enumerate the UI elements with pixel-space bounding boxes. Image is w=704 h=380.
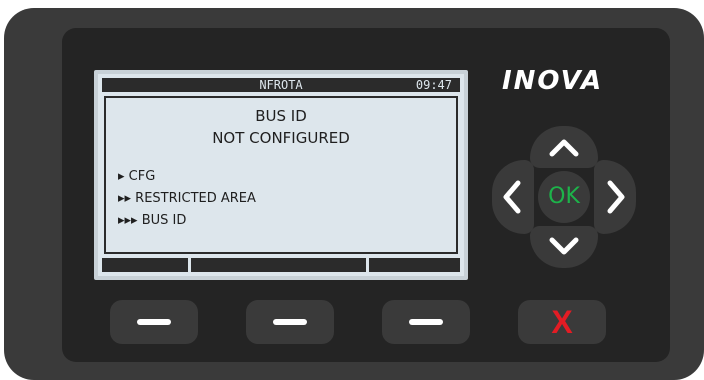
cancel-label: X xyxy=(551,304,573,340)
softkey-2-button[interactable] xyxy=(246,300,334,344)
left-button[interactable] xyxy=(492,160,534,234)
lcd-message-line-1: BUS ID xyxy=(255,107,307,125)
down-button[interactable] xyxy=(530,226,598,268)
dash-icon xyxy=(409,319,443,325)
softkey-3-button[interactable] xyxy=(382,300,470,344)
menu-path-level-2: ▸▸ RESTRICTED AREA xyxy=(118,191,256,206)
softkey-divider xyxy=(188,258,191,272)
cancel-button[interactable]: X xyxy=(518,300,606,344)
menu-path-level-1: ▸ CFG xyxy=(118,169,156,184)
direction-pad: OK xyxy=(492,126,636,268)
lcd-status-bar: NFROTA 09:47 xyxy=(102,78,460,92)
ok-button[interactable]: OK xyxy=(538,171,590,223)
softkey-1-button[interactable] xyxy=(110,300,198,344)
dash-icon xyxy=(137,319,171,325)
lcd-screen-frame: NFROTA 09:47 BUS ID NOT CONFIGURED ▸ CFG… xyxy=(94,70,468,280)
up-button[interactable] xyxy=(530,126,598,168)
menu-path-level-3: ▸▸▸ BUS ID xyxy=(118,213,187,228)
lcd-screen: NFROTA 09:47 BUS ID NOT CONFIGURED ▸ CFG… xyxy=(98,74,464,276)
device-body: NFROTA 09:47 BUS ID NOT CONFIGURED ▸ CFG… xyxy=(4,8,704,380)
device-panel: NFROTA 09:47 BUS ID NOT CONFIGURED ▸ CFG… xyxy=(62,28,670,362)
lcd-content-box: BUS ID NOT CONFIGURED ▸ CFG ▸▸ RESTRICTE… xyxy=(104,96,458,254)
right-button[interactable] xyxy=(594,160,636,234)
chevron-up-icon xyxy=(549,139,579,157)
lcd-title: NFROTA xyxy=(259,78,303,92)
lcd-softkey-bar xyxy=(102,258,460,272)
chevron-down-icon xyxy=(549,237,579,255)
chevron-right-icon xyxy=(607,180,625,214)
lcd-message-line-2: NOT CONFIGURED xyxy=(212,129,350,147)
softkey-divider xyxy=(366,258,369,272)
lcd-clock: 09:47 xyxy=(415,78,452,92)
brand-logo: INOVA xyxy=(502,66,604,96)
dash-icon xyxy=(273,319,307,325)
chevron-left-icon xyxy=(503,180,521,214)
